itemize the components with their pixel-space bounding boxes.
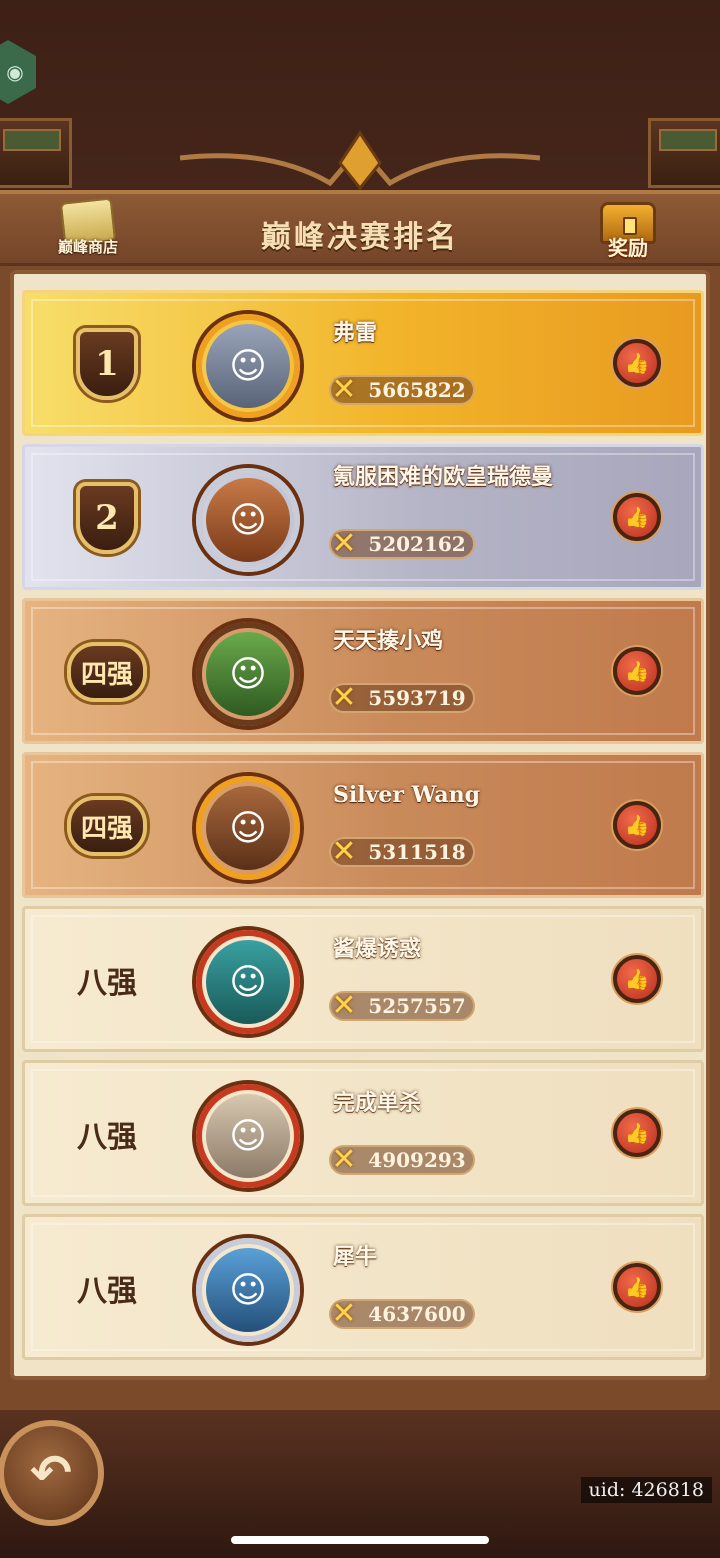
rank-label: 八强: [77, 1274, 137, 1309]
player-name: 犀牛: [333, 1245, 378, 1270]
score-pill: ✕ 5202162: [329, 526, 475, 561]
rank-badge: 八强: [61, 1245, 153, 1331]
ranking-list[interactable]: 1 ☺ 弗雷 ✕ 5665822 👍 2 ☺ 氪服困难的欧皇瑞德曼 ✕ 5202…: [10, 270, 710, 1380]
player-name: 完成单杀: [333, 1091, 422, 1116]
crossed-swords-icon: ✕: [331, 988, 357, 1023]
ranking-row-1: 1 ☺ 弗雷 ✕ 5665822 👍: [22, 290, 704, 436]
avatar[interactable]: ☺: [185, 1073, 311, 1199]
back-button[interactable]: ↶: [0, 1420, 104, 1526]
thumbs-up-icon[interactable]: 👍: [613, 647, 661, 695]
rank-badge: 四强: [61, 783, 153, 869]
avatar[interactable]: ☺: [185, 457, 311, 583]
ranking-row-7: 八强 ☺ 犀牛 ✕ 4637600 👍: [22, 1214, 704, 1360]
score-pill: ✕ 5257557: [329, 988, 475, 1023]
peak-shop-label: 巅峰商店: [57, 238, 118, 256]
thumbs-up-icon[interactable]: 👍: [613, 955, 661, 1003]
back-arrow-icon: ↶: [30, 1444, 72, 1502]
score-pill: ✕ 5665822: [329, 372, 475, 407]
player-name: 天天揍小鸡: [333, 629, 444, 654]
thumbs-up-icon[interactable]: 👍: [613, 493, 661, 541]
rank-label: 八强: [77, 966, 137, 1001]
crossed-swords-icon: ✕: [331, 1142, 357, 1177]
rank-badge: 1: [61, 321, 153, 407]
reward-button[interactable]: 奖励: [590, 196, 674, 270]
score-value: 5202162: [368, 532, 466, 556]
thumbs-up-icon[interactable]: 👍: [613, 1263, 661, 1311]
player-name: 酱爆诱惑: [333, 937, 422, 962]
score-pill: ✕ 5311518: [329, 834, 475, 869]
right-pillar-decoration: [648, 118, 720, 188]
score-value: 5665822: [368, 378, 466, 402]
crossed-swords-icon: ✕: [331, 834, 357, 869]
rank-shield: 1: [76, 328, 138, 400]
rank-badge: 八强: [61, 1091, 153, 1177]
thumbs-up-icon[interactable]: 👍: [613, 339, 661, 387]
score-pill: ✕ 5593719: [329, 680, 475, 715]
rank-shield: 四强: [67, 796, 147, 856]
avatar[interactable]: ☺: [185, 919, 311, 1045]
crossed-swords-icon: ✕: [331, 372, 357, 407]
player-name: 弗雷: [333, 321, 378, 346]
ranking-row-3: 四强 ☺ 天天揍小鸡 ✕ 5593719 👍: [22, 598, 704, 744]
left-pillar-decoration: [0, 118, 72, 188]
avatar[interactable]: ☺: [185, 611, 311, 737]
score-value: 5593719: [368, 686, 466, 710]
avatar[interactable]: ☺: [185, 765, 311, 891]
rank-shield: 四强: [67, 642, 147, 702]
ranking-row-5: 八强 ☺ 酱爆诱惑 ✕ 5257557 👍: [22, 906, 704, 1052]
ranking-row-6: 八强 ☺ 完成单杀 ✕ 4909293 👍: [22, 1060, 704, 1206]
player-name: 氪服困难的欧皇瑞德曼: [333, 465, 554, 490]
rank-badge: 八强: [61, 937, 153, 1023]
rank-badge: 2: [61, 475, 153, 561]
score-value: 5311518: [368, 840, 466, 864]
uid-label: uid: 426818: [580, 1477, 712, 1503]
thumbs-up-icon[interactable]: 👍: [613, 801, 661, 849]
rank-badge: 四强: [61, 629, 153, 715]
ranking-row-4: 四强 ☺ Silver Wang ✕ 5311518 👍: [22, 752, 704, 898]
crossed-swords-icon: ✕: [331, 680, 357, 715]
peak-shop-button[interactable]: 巅峰商店: [46, 196, 130, 270]
score-value: 4909293: [368, 1148, 466, 1172]
avatar[interactable]: ☺: [185, 303, 311, 429]
rank-label: 八强: [77, 1120, 137, 1155]
score-value: 5257557: [368, 994, 466, 1018]
crest-decoration: [180, 130, 540, 191]
thumbs-up-icon[interactable]: 👍: [613, 1109, 661, 1157]
home-indicator[interactable]: [231, 1536, 489, 1544]
avatar[interactable]: ☺: [185, 1227, 311, 1353]
rank-shield: 2: [76, 482, 138, 554]
score-value: 4637600: [368, 1302, 466, 1326]
score-pill: ✕ 4909293: [329, 1142, 475, 1177]
crossed-swords-icon: ✕: [331, 1296, 357, 1331]
player-name: Silver Wang: [333, 782, 481, 808]
score-pill: ✕ 4637600: [329, 1296, 475, 1331]
crossed-swords-icon: ✕: [331, 526, 357, 561]
ranking-row-2: 2 ☺ 氪服困难的欧皇瑞德曼 ✕ 5202162 👍: [22, 444, 704, 590]
reward-label: 奖励: [608, 236, 648, 260]
